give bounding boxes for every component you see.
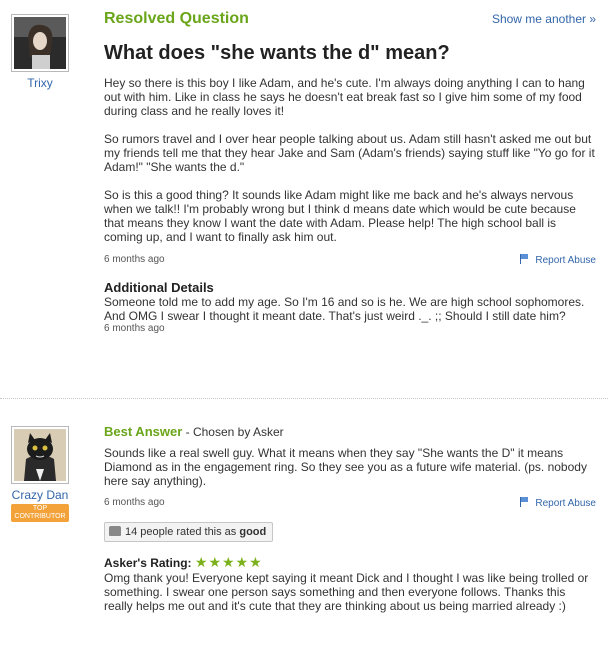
answerer-photo — [14, 429, 66, 481]
asker-rating-comment: Omg thank you! Everyone kept saying it m… — [104, 571, 589, 613]
asker-photo — [14, 17, 66, 69]
answer-meta: 6 months ago Report Abuse — [104, 497, 596, 511]
answer-report-abuse[interactable]: Report Abuse — [520, 497, 596, 509]
answerer-name[interactable]: Crazy Dan — [10, 488, 70, 502]
question-time: 6 months ago — [104, 254, 165, 265]
asker-avatar[interactable] — [11, 14, 69, 72]
thumbs-up-icon — [109, 526, 121, 536]
best-answer-label: Best Answer — [104, 424, 183, 439]
question-report-abuse[interactable]: Report Abuse — [520, 254, 596, 266]
report-label: Report Abuse — [535, 498, 596, 509]
asker-rating: Asker's Rating: ★★★★★ — [104, 554, 596, 571]
answer-body: Sounds like a real swell guy. What it me… — [104, 446, 587, 488]
question-paragraph: Hey so there is this boy I like Adam, an… — [104, 76, 585, 118]
rated-word: good — [239, 526, 267, 538]
flag-icon — [520, 497, 529, 507]
best-answer-header: Best Answer - Chosen by Asker — [104, 424, 596, 439]
chosen-by-asker: - Chosen by Asker — [182, 425, 284, 439]
additional-details-title: Additional Details — [104, 280, 214, 295]
answerer-column: Crazy Dan TOP CONTRIBUTOR — [10, 426, 70, 522]
section-divider — [0, 398, 608, 399]
additional-time: 6 months ago — [104, 323, 165, 334]
qa-page: Trixy Resolved Question Show me another … — [0, 0, 608, 660]
question-title: What does "she wants the d" mean? — [104, 42, 450, 64]
rate-good-button[interactable]: 14 people rated this as good — [104, 522, 274, 542]
badge-line1: TOP — [32, 505, 48, 512]
question-paragraph: So rumors travel and I over hear people … — [104, 132, 595, 174]
badge-line2: CONTRIBUTOR — [14, 513, 66, 520]
question-meta: 6 months ago Report Abuse — [104, 254, 596, 268]
flag-icon — [520, 254, 529, 264]
additional-details-text: Someone told me to add my age. So I'm 16… — [104, 295, 585, 323]
rating-row: 14 people rated this as good — [104, 522, 596, 542]
question-main: Resolved Question Show me another » What… — [104, 10, 596, 334]
asker-column: Trixy — [10, 14, 70, 90]
question-body: Hey so there is this boy I like Adam, an… — [104, 76, 596, 244]
report-label: Report Abuse — [535, 255, 596, 266]
asker-name[interactable]: Trixy — [10, 76, 70, 90]
answer-main: Best Answer - Chosen by Asker Sounds lik… — [104, 424, 596, 613]
rated-prefix: 14 people rated this as — [125, 526, 240, 538]
answerer-avatar[interactable] — [11, 426, 69, 484]
rating-stars-icon: ★★★★★ — [194, 554, 263, 570]
asker-rating-label: Asker's Rating: — [104, 556, 192, 570]
show-another-link[interactable]: Show me another » — [492, 12, 596, 26]
answer-time: 6 months ago — [104, 497, 165, 508]
question-paragraph: So is this a good thing? It sounds like … — [104, 188, 576, 244]
top-contributor-badge: TOP CONTRIBUTOR — [11, 504, 69, 522]
